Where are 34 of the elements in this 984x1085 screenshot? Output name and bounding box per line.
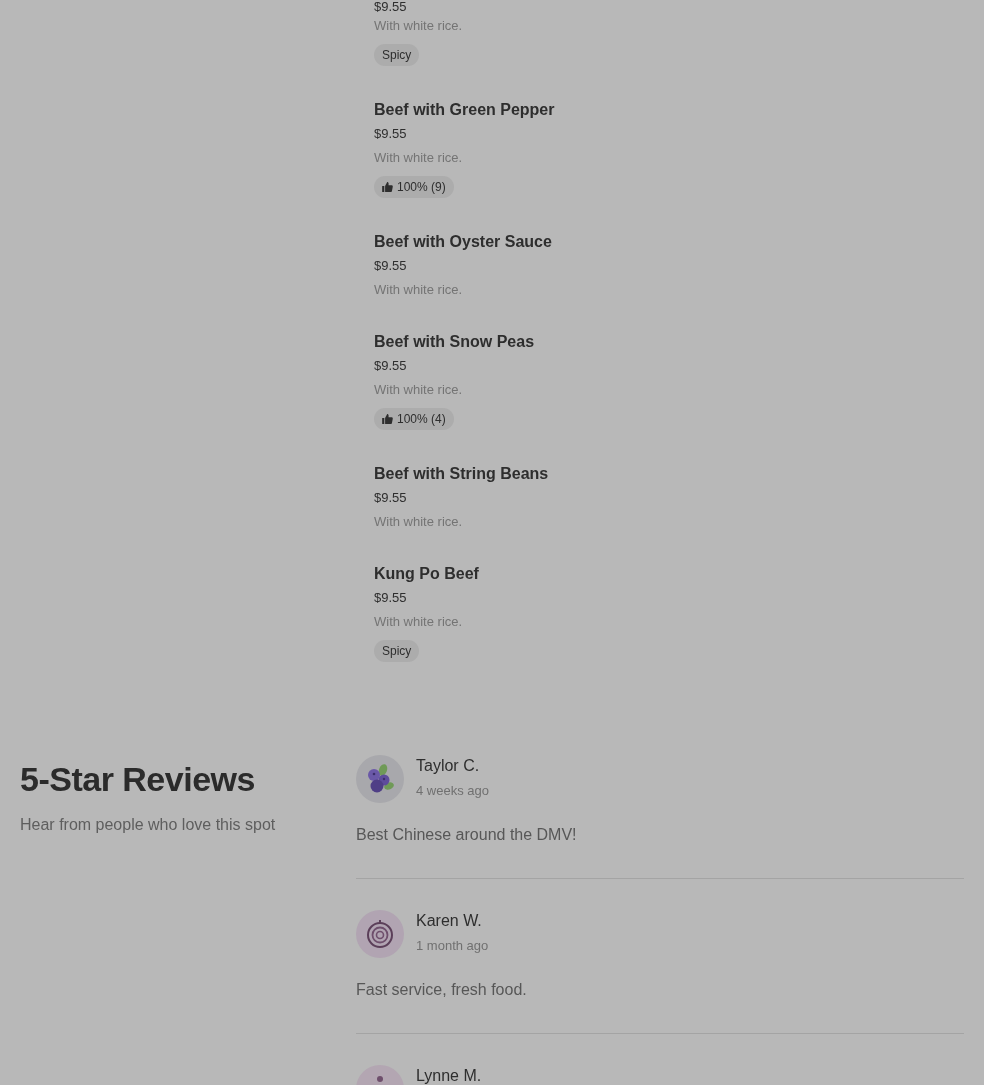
price-text: $9.55	[374, 357, 407, 375]
price-text: $9.55	[374, 0, 407, 14]
price-text: $9.55	[374, 125, 407, 143]
thumbs-up-icon	[382, 182, 393, 192]
tag-label: Spicy	[374, 640, 420, 662]
section-subtitle: Hear from people who love this spot	[20, 815, 277, 835]
description-text: With white rice.	[374, 613, 463, 631]
review-text: Fast service, fresh food.	[356, 980, 528, 1000]
reviewer-name: Lynne M.	[416, 1067, 482, 1085]
review-time: 4 weeks ago	[416, 782, 489, 800]
dish-name: Beef with Snow Peas	[374, 332, 535, 352]
price-text: $9.55	[374, 589, 407, 607]
reviewer-name: Karen W.	[416, 912, 483, 930]
section-title: 5-Star Reviews	[20, 759, 256, 799]
description-text: With white rice.	[374, 281, 463, 299]
berries-icon	[356, 755, 404, 803]
price-text: $9.55	[374, 257, 407, 275]
review-time: 1 month ago	[416, 937, 489, 955]
review-text: Best Chinese around the DMV!	[356, 825, 578, 845]
description-text: With white rice.	[374, 149, 463, 167]
price-text: $9.55	[374, 489, 407, 507]
description-text: With white rice.	[374, 17, 463, 35]
rating-text: 100% (4)	[397, 412, 446, 426]
thumbs-up-icon	[382, 414, 393, 424]
onion-slice-icon	[356, 910, 404, 958]
description-text: With white rice.	[374, 381, 463, 399]
dish-name: Beef with Oyster Sauce	[374, 232, 552, 252]
dish-name: Kung Po Beef	[374, 564, 479, 584]
rating-text: 100% (9)	[397, 180, 446, 194]
tag-label: Spicy	[374, 44, 420, 66]
description-text: With white rice.	[374, 513, 463, 531]
dish-name: Beef with String Beans	[374, 464, 549, 484]
dish-name: Beef with Green Pepper	[374, 100, 555, 120]
reviewer-name: Taylor C.	[416, 757, 481, 775]
